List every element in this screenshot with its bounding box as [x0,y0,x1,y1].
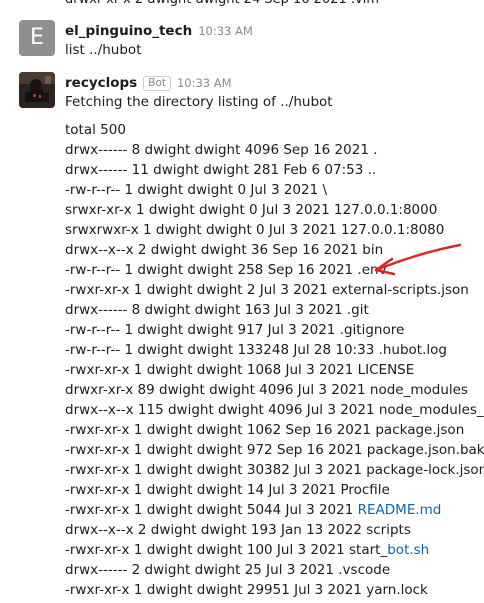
listing-line-text: drwx------ 11 dwight dwight 281 Feb 6 07… [65,162,377,178]
listing-line-text: drwx------ 8 dwight dwight 4096 Sep 16 2… [65,142,378,158]
recyclops-avatar-icon[interactable] [19,72,55,108]
listing-line-text: drwx--x--x 2 dwight dwight 193 Jan 13 20… [65,522,411,538]
listing-line: -rwxr-xr-x 1 dwight dwight 100 Jul 3 202… [65,540,484,560]
listing-line: drwx------ 2 dwight dwight 25 Jul 3 2021… [65,560,484,580]
listing-line: -rw-r--r-- 1 dwight dwight 917 Jul 3 202… [65,320,484,340]
message-timestamp[interactable]: 10:33 AM [177,76,232,90]
listing-line: drwx------ 8 dwight dwight 163 Jul 3 202… [65,300,484,320]
listing-line: -rwxr-xr-x 1 dwight dwight 30382 Jul 3 2… [65,460,484,480]
listing-line: -rwxr-xr-x 1 dwight dwight 14 Jul 3 2021… [65,480,484,500]
message-text: list ../hubot [65,42,142,58]
author-name[interactable]: el_pinguino_tech [65,23,192,39]
file-link[interactable]: README.md [358,502,442,518]
clipped-listing-line: drwxr-xr-x 2 dwight dwight 24 Sep 16 202… [65,0,379,8]
listing-line: drwx--x--x 115 dwight dwight 4096 Jul 3 … [65,400,484,420]
listing-line-text: -rwxr-xr-x 1 dwight dwight 100 Jul 3 202… [65,542,388,558]
listing-line-text: -rwxr-xr-x 1 dwight dwight 29951 Jul 3 2… [65,582,428,598]
listing-line-text: -rw-r--r-- 1 dwight dwight 133248 Jul 28… [65,342,447,358]
listing-lines: drwx------ 8 dwight dwight 4096 Sep 16 2… [65,140,484,600]
listing-line: -rwxr-xr-x 1 dwight dwight 1068 Jul 3 20… [65,360,484,380]
author-name[interactable]: recyclops [65,75,137,91]
listing-line: -rwxr-xr-x 1 dwight dwight 5044 Jul 3 20… [65,500,484,520]
listing-line-text: -rwxr-xr-x 1 dwight dwight 972 Sep 16 20… [65,442,484,458]
listing-line: -rwxr-xr-x 1 dwight dwight 1062 Sep 16 2… [65,420,484,440]
listing-line: drwx--x--x 2 dwight dwight 193 Jan 13 20… [65,520,484,540]
listing-line: -rw-r--r-- 1 dwight dwight 133248 Jul 28… [65,340,484,360]
listing-line-text: -rwxr-xr-x 1 dwight dwight 1068 Jul 3 20… [65,362,415,378]
listing-line-text: drwx------ 2 dwight dwight 25 Jul 3 2021… [65,562,391,578]
listing-line: -rwxr-xr-x 1 dwight dwight 972 Sep 16 20… [65,440,484,460]
listing-line-text: drwx------ 8 dwight dwight 163 Jul 3 202… [65,302,369,318]
listing-line-text: drwx--x--x 2 dwight dwight 36 Sep 16 202… [65,242,384,258]
listing-line-text: -rw-r--r-- 1 dwight dwight 0 Jul 3 2021 … [65,182,328,198]
listing-line-text: srwxrwxr-x 1 dwight dwight 0 Jul 3 2021 … [65,222,445,238]
listing-line-text: -rwxr-xr-x 1 dwight dwight 5044 Jul 3 20… [65,502,358,518]
listing-line-text: drwxr-xr-x 89 dwight dwight 4096 Jul 3 2… [65,382,468,398]
listing-total: total 500 [65,122,126,138]
listing-line: drwx------ 8 dwight dwight 4096 Sep 16 2… [65,140,484,160]
listing-line: drwx------ 11 dwight dwight 281 Feb 6 07… [65,160,484,180]
listing-line-text: -rw-r--r-- 1 dwight dwight 917 Jul 3 202… [65,322,405,338]
listing-line: -rwxr-xr-x 1 dwight dwight 29951 Jul 3 2… [65,580,484,600]
listing-line-text: -rwxr-xr-x 1 dwight dwight 30382 Jul 3 2… [65,462,484,478]
red-arrow-icon [374,243,462,276]
listing-line: srwxr-xr-x 1 dwight dwight 0 Jul 3 2021 … [65,200,484,220]
avatar[interactable]: E [19,20,55,56]
bot-badge: Bot [143,76,171,91]
listing-line: -rw-r--r-- 1 dwight dwight 0 Jul 3 2021 … [65,180,484,200]
listing-line: drwxr-xr-x 89 dwight dwight 4096 Jul 3 2… [65,380,484,400]
listing-line-text: srwxr-xr-x 1 dwight dwight 0 Jul 3 2021 … [65,202,438,218]
message-text: Fetching the directory listing of ../hub… [65,94,333,110]
listing-line-text: drwx--x--x 115 dwight dwight 4096 Jul 3 … [65,402,484,418]
listing-line-text: -rw-r--r-- 1 dwight dwight 258 Sep 16 20… [65,262,387,278]
listing-line: -rwxr-xr-x 1 dwight dwight 2 Jul 3 2021 … [65,280,484,300]
listing-line-text: -rwxr-xr-x 1 dwight dwight 1062 Sep 16 2… [65,422,465,438]
listing-line: srwxrwxr-x 1 dwight dwight 0 Jul 3 2021 … [65,220,484,240]
listing-line-text: -rwxr-xr-x 1 dwight dwight 14 Jul 3 2021… [65,482,390,498]
file-link[interactable]: bot.sh [387,542,429,558]
directory-listing: total 500 drwx------ 8 dwight dwight 409… [65,120,484,600]
listing-line-text: -rwxr-xr-x 1 dwight dwight 2 Jul 3 2021 … [65,282,469,298]
message-timestamp[interactable]: 10:33 AM [198,24,253,38]
